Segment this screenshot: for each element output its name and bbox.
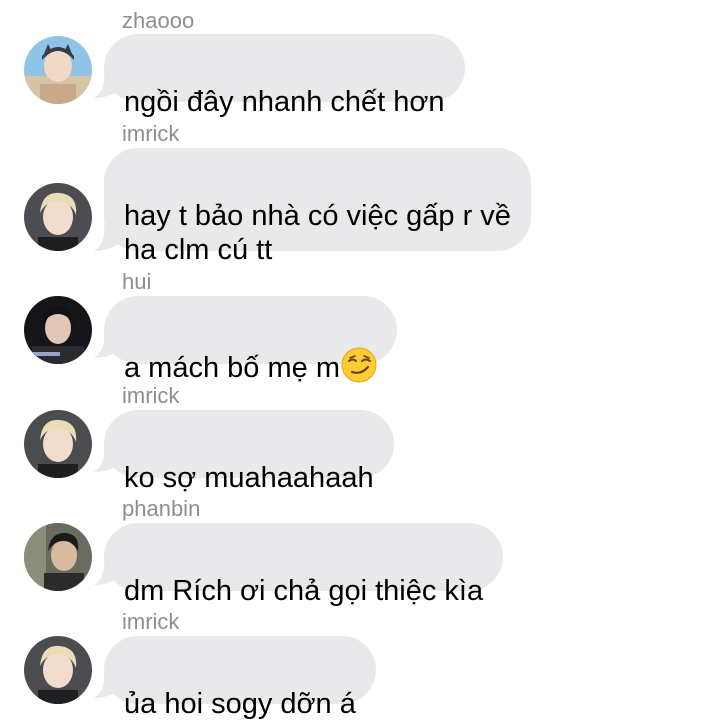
avatar[interactable] — [24, 523, 92, 591]
message-row: hui a mách bố mẹ m — [0, 269, 720, 384]
message-text: ngồi đây nhanh chết hơn — [124, 86, 445, 118]
message-bubble[interactable]: hay t bảo nhà có việc gấp r về ha clm cú… — [104, 148, 531, 266]
avatar[interactable] — [24, 296, 92, 364]
message-bubble[interactable]: ngồi đây nhanh chết hơn — [104, 34, 465, 118]
message-text: ủa hoi sogy dỡn á — [124, 688, 356, 720]
message-text: ko sợ muahaahaah — [124, 462, 374, 494]
message-bubble[interactable]: dm Rích ơi chả gọi thiệc kìa — [104, 523, 504, 607]
sender-name: phanbin — [122, 496, 201, 521]
message-row: imrick ko sợ muahaahaah — [0, 383, 720, 494]
message-bubble[interactable]: ko sợ muahaahaah — [104, 410, 394, 494]
message-row: zhaooo ngồi đây nhanh chết hơn — [0, 8, 720, 118]
message-text: dm Rích ơi chả gọi thiệc kìa — [124, 575, 484, 607]
message-row: phanbin dm Rích ơi chả gọi thiệc kìa — [0, 496, 720, 607]
sender-name: imrick — [122, 121, 180, 146]
sender-name: zhaooo — [122, 8, 195, 33]
sender-name: hui — [122, 269, 152, 294]
avatar[interactable] — [24, 36, 92, 104]
smirking-face-emoji — [341, 347, 377, 383]
message-bubble[interactable]: a mách bố mẹ m — [104, 296, 397, 384]
message-row: imrick ủa hoi sogy dỡn á — [0, 609, 720, 720]
message-text: hay t bảo nhà có việc gấp r về ha clm cú… — [124, 200, 511, 266]
sender-name: imrick — [122, 383, 180, 408]
message-text: a mách bố mẹ m — [124, 352, 340, 384]
message-bubble[interactable]: ủa hoi sogy dỡn á — [104, 636, 376, 720]
sender-name: imrick — [122, 609, 180, 634]
avatar[interactable] — [24, 636, 92, 704]
avatar[interactable] — [24, 183, 92, 251]
message-row: imrick hay t bảo nhà có việc gấp r về ha… — [0, 121, 720, 266]
avatar[interactable] — [24, 410, 92, 478]
